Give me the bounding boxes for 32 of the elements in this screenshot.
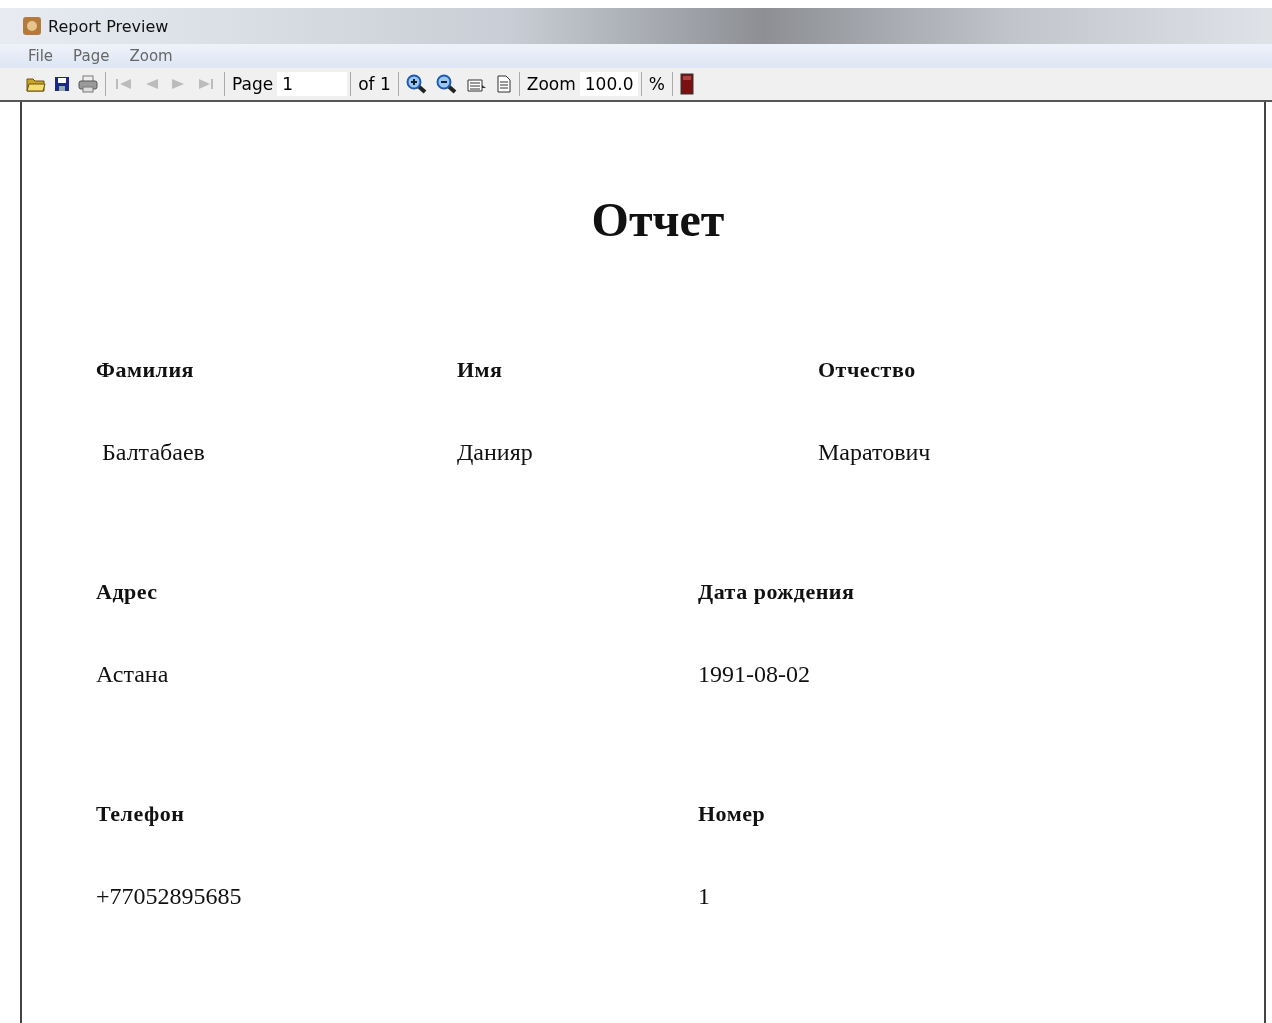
whole-page-icon[interactable] — [495, 75, 512, 93]
field-value: 1 — [698, 882, 711, 910]
field-value: +77052895685 — [96, 882, 243, 910]
field-label: Отчество — [818, 356, 917, 384]
percent-label: % — [647, 74, 666, 94]
folder-icon[interactable] — [26, 76, 46, 92]
report-title: Отчет — [590, 192, 726, 248]
field-label: Адрес — [96, 578, 159, 606]
field-value: Астана — [96, 660, 170, 688]
field-value: Балтабаев — [101, 438, 206, 466]
field-value: 1991-08-02 — [698, 660, 811, 688]
printer-icon[interactable] — [78, 75, 98, 93]
field-value: Маратович — [818, 438, 932, 466]
field-label: Номер — [698, 800, 767, 828]
menu-item[interactable]: Page — [73, 47, 110, 65]
menu-item[interactable]: File — [28, 47, 54, 65]
page-label: Page — [231, 74, 275, 94]
page-count: of 1 — [357, 74, 392, 94]
field-label: Дата рождения — [698, 578, 856, 606]
exit-door-icon — [679, 73, 694, 95]
save-icon[interactable] — [54, 76, 70, 92]
menu-item[interactable]: Zoom — [129, 47, 173, 65]
window-title: Report Preview — [48, 16, 169, 36]
zoom-label: Zoom — [525, 74, 577, 94]
field-value: Данияр — [457, 438, 534, 466]
page-number-field[interactable]: 1 — [277, 72, 348, 96]
app-icon — [22, 16, 42, 36]
field-label: Имя — [457, 356, 504, 384]
page-width-icon[interactable] — [465, 76, 488, 92]
field-label: Фамилия — [96, 356, 195, 384]
zoom-field[interactable]: 100.0 — [579, 72, 638, 96]
field-label: Телефон — [96, 800, 186, 828]
